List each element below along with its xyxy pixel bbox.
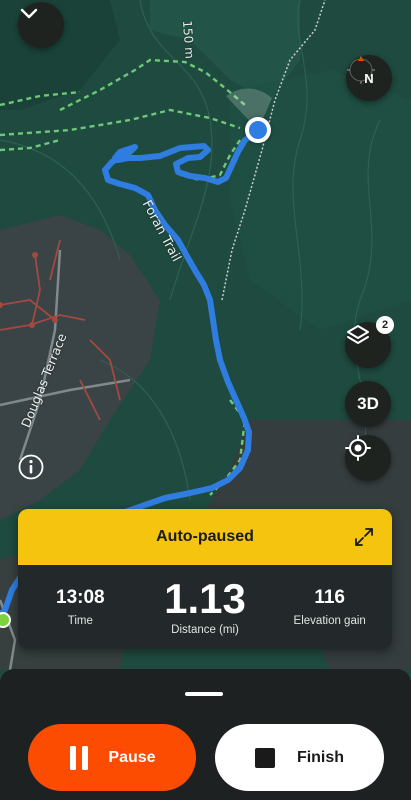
3d-view-button[interactable]: 3D [345, 381, 391, 427]
distance-value: 1.13 [164, 575, 246, 622]
pause-button[interactable]: Pause [28, 724, 196, 791]
compass-north-label: N [364, 70, 374, 86]
chevron-down-icon [20, 8, 38, 19]
compass-button[interactable]: N [346, 55, 392, 101]
time-value: 13:08 [56, 587, 105, 608]
time-stat: 13:08 Time [18, 565, 143, 649]
pause-icon [70, 745, 89, 770]
elevation-label: Elevation gain [293, 615, 366, 627]
elevation-stat: 116 Elevation gain [267, 565, 392, 649]
stop-icon [254, 747, 275, 768]
location-dot [249, 121, 267, 139]
info-icon [18, 454, 44, 480]
crosshair-icon [345, 435, 371, 461]
stats-row: 13:08 Time 1.13 Distance (mi) 116 Elevat… [18, 565, 392, 649]
sheet-drag-handle[interactable] [185, 692, 223, 696]
auto-paused-status: Auto-paused [156, 528, 254, 545]
elevation-value: 116 [314, 587, 345, 608]
finish-button-label: Finish [296, 748, 345, 766]
recenter-button[interactable] [345, 435, 391, 481]
map-layers-button[interactable]: 2 [345, 316, 394, 368]
recording-controls-sheet: Pause Finish [0, 669, 411, 800]
expand-icon[interactable] [352, 525, 376, 549]
time-label: Time [67, 615, 93, 627]
layers-count-badge: 2 [376, 316, 394, 334]
map-info-button[interactable] [18, 454, 44, 480]
contour-label: 150 m [180, 20, 197, 60]
distance-stat: 1.13 Distance (mi) [143, 565, 268, 649]
status-banner: Auto-paused [18, 509, 392, 565]
collapse-button[interactable] [18, 2, 64, 48]
pause-button-label: Pause [108, 748, 156, 766]
layers-icon [347, 325, 369, 344]
activity-stats-card: Auto-paused 13:08 Time 1.13 Distance (mi… [18, 509, 392, 649]
current-location-marker [245, 117, 271, 143]
finish-button[interactable]: Finish [215, 724, 384, 791]
distance-label: Distance (mi) [171, 624, 239, 636]
